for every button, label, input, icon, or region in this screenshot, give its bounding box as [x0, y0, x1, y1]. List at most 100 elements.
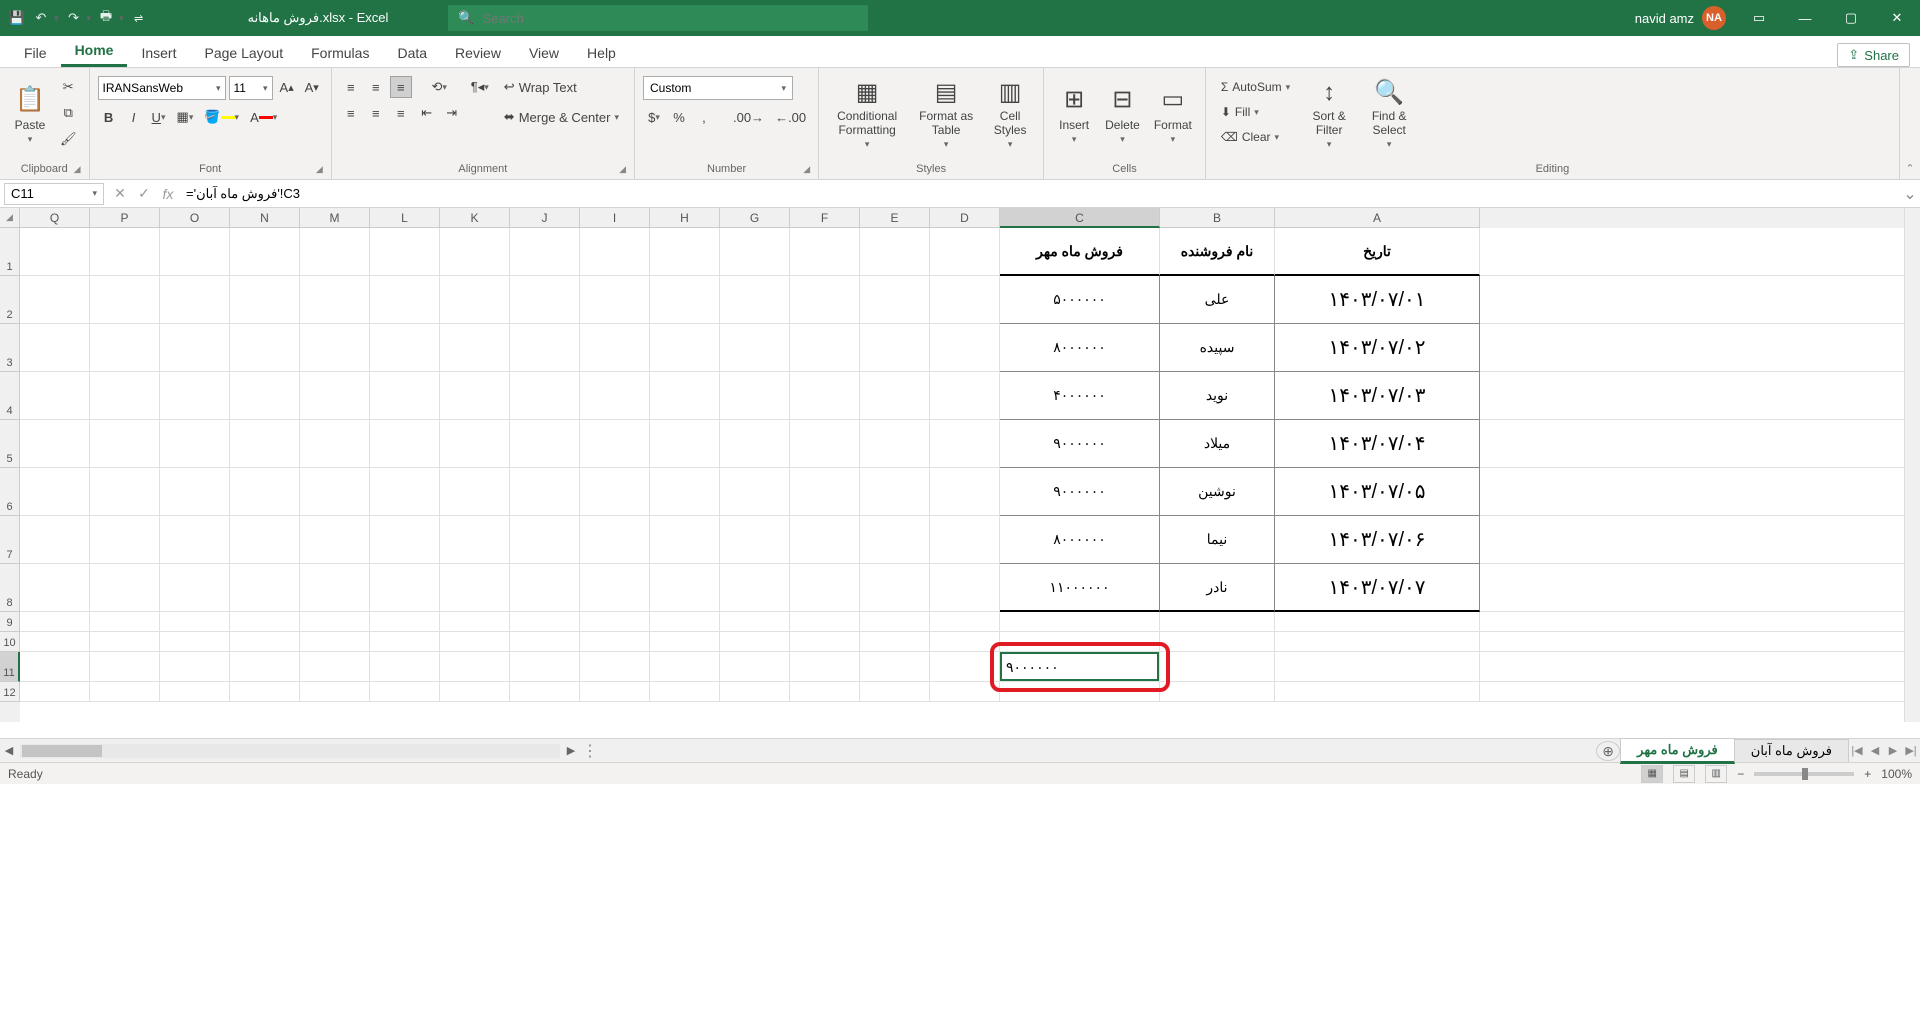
scroll-right-button[interactable]: ▶	[562, 744, 580, 757]
cell[interactable]	[160, 420, 230, 468]
cell[interactable]	[160, 228, 230, 276]
normal-view-button[interactable]: ▦	[1641, 765, 1663, 783]
delete-cells-button[interactable]: ⊟Delete▾	[1100, 76, 1145, 152]
cell[interactable]	[580, 372, 650, 420]
tab-view[interactable]: View	[515, 39, 573, 67]
cell[interactable]	[860, 682, 930, 702]
cell[interactable]	[790, 682, 860, 702]
cell[interactable]	[720, 372, 790, 420]
cell[interactable]	[160, 632, 230, 652]
row-header-4[interactable]: 4	[0, 372, 20, 420]
cell[interactable]	[300, 516, 370, 564]
cell[interactable]	[580, 632, 650, 652]
zoom-slider[interactable]	[1754, 772, 1854, 776]
cell[interactable]	[20, 516, 90, 564]
wrap-text-button[interactable]: ↩Wrap Text	[497, 76, 584, 98]
cell[interactable]	[230, 682, 300, 702]
sheet-tab-active[interactable]: فروش ماه مهر	[1620, 738, 1735, 764]
dialog-launcher-icon[interactable]: ◢	[803, 164, 810, 175]
increase-decimal-button[interactable]: .00→	[729, 106, 768, 128]
cell[interactable]: ۱۴۰۳/۰۷/۰۱	[1275, 276, 1480, 324]
cell[interactable]	[580, 276, 650, 324]
decrease-decimal-button[interactable]: ←.00	[771, 106, 810, 128]
cell[interactable]	[930, 612, 1000, 632]
cell[interactable]	[790, 652, 860, 682]
cell[interactable]: نیما	[1160, 516, 1275, 564]
cell[interactable]	[90, 516, 160, 564]
formula-input[interactable]	[180, 183, 1900, 205]
cell[interactable]	[720, 516, 790, 564]
cell[interactable]	[160, 372, 230, 420]
cell[interactable]	[930, 564, 1000, 612]
cell[interactable]	[230, 420, 300, 468]
row-header-9[interactable]: 9	[0, 612, 20, 632]
cell[interactable]	[20, 632, 90, 652]
comma-button[interactable]: ,	[693, 106, 715, 128]
cell[interactable]	[90, 324, 160, 372]
cells-area[interactable]: فروش ماه مهرنام فروشندهتاریخ۵۰۰۰۰۰۰علی۱۴…	[20, 228, 1904, 722]
cell[interactable]	[370, 632, 440, 652]
horizontal-scrollbar[interactable]	[20, 744, 560, 758]
increase-indent-button[interactable]: ⇥	[441, 102, 463, 124]
worksheet-grid[interactable]: ◢ QPONMLKJIHGFEDCBA 123456789101112 فروش…	[0, 208, 1920, 738]
row-header-7[interactable]: 7	[0, 516, 20, 564]
cell[interactable]: نام فروشنده	[1160, 228, 1275, 276]
fill-color-button[interactable]: 🪣▾	[200, 106, 243, 128]
tab-file[interactable]: File	[10, 39, 61, 67]
paste-button[interactable]: 📋 Paste ▾	[8, 76, 52, 152]
cell[interactable]: سپیده	[1160, 324, 1275, 372]
column-header-I[interactable]: I	[580, 208, 650, 228]
format-painter-button[interactable]: 🖌	[56, 128, 81, 150]
cell[interactable]	[90, 276, 160, 324]
autosave-icon[interactable]: 💾	[8, 9, 26, 27]
page-layout-view-button[interactable]: ▤	[1673, 765, 1695, 783]
cell[interactable]	[720, 276, 790, 324]
cell[interactable]: میلاد	[1160, 420, 1275, 468]
column-header-K[interactable]: K	[440, 208, 510, 228]
tab-home[interactable]: Home	[61, 36, 128, 67]
cell[interactable]	[510, 228, 580, 276]
sheet-nav-first[interactable]: |◀	[1848, 744, 1866, 757]
cell[interactable]	[580, 652, 650, 682]
cell[interactable]	[300, 228, 370, 276]
cell[interactable]	[440, 516, 510, 564]
search-input[interactable]	[483, 11, 859, 26]
cell[interactable]	[510, 420, 580, 468]
font-color-button[interactable]: A▾	[246, 106, 281, 128]
font-name-select[interactable]: IRANSansWeb▾	[98, 76, 226, 100]
row-header-5[interactable]: 5	[0, 420, 20, 468]
cell[interactable]	[1275, 652, 1480, 682]
cell[interactable]	[580, 682, 650, 702]
row-header-2[interactable]: 2	[0, 276, 20, 324]
merge-center-button[interactable]: ⬌Merge & Center▾	[497, 106, 626, 128]
cell[interactable]	[790, 324, 860, 372]
cell[interactable]: ۵۰۰۰۰۰۰	[1000, 276, 1160, 324]
cell[interactable]: ۸۰۰۰۰۰۰	[1000, 324, 1160, 372]
cell[interactable]: نوشین	[1160, 468, 1275, 516]
cell[interactable]	[20, 420, 90, 468]
cell[interactable]	[650, 564, 720, 612]
cell[interactable]	[860, 372, 930, 420]
cell[interactable]	[370, 516, 440, 564]
cell[interactable]	[90, 468, 160, 516]
cell[interactable]	[580, 468, 650, 516]
cell[interactable]	[230, 372, 300, 420]
cell[interactable]	[370, 372, 440, 420]
cell[interactable]	[510, 324, 580, 372]
find-select-button[interactable]: 🔍Find & Select▾	[1361, 76, 1417, 152]
redo-dropdown[interactable]: ▾	[87, 13, 92, 24]
cell[interactable]	[440, 372, 510, 420]
cell[interactable]: ۱۴۰۳/۰۷/۰۷	[1275, 564, 1480, 612]
clear-button[interactable]: ⌫Clear▾	[1214, 126, 1286, 148]
column-headers[interactable]: QPONMLKJIHGFEDCBA	[20, 208, 1904, 228]
cell[interactable]	[790, 228, 860, 276]
cell[interactable]	[370, 420, 440, 468]
column-header-P[interactable]: P	[90, 208, 160, 228]
cell[interactable]	[720, 612, 790, 632]
maximize-button[interactable]: ▢	[1828, 0, 1874, 36]
cell[interactable]	[370, 682, 440, 702]
cell[interactable]	[580, 516, 650, 564]
cell[interactable]	[370, 276, 440, 324]
qat-dropdown[interactable]: ▾	[119, 13, 124, 24]
row-header-11[interactable]: 11	[0, 652, 20, 682]
